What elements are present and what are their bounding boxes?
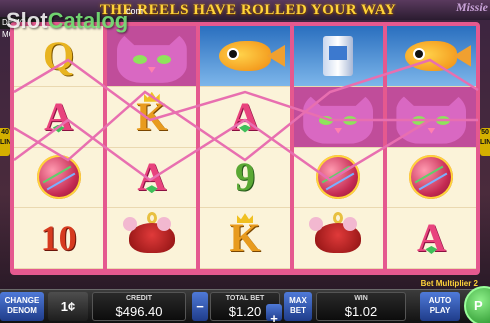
cat-icon: [303, 89, 374, 144]
reel-3: A 9 K: [200, 26, 290, 269]
win-value: $1.02: [344, 304, 378, 319]
symbol-mouse: [107, 208, 197, 269]
yarn-ball-icon: [36, 155, 81, 200]
watermark-slot: Slot: [6, 8, 48, 33]
watermark-logo: SlotCatalog: [6, 8, 128, 34]
win-label: WIN: [354, 295, 368, 302]
symbol-food-can: [293, 26, 383, 87]
goldfish-icon: [218, 40, 271, 71]
watermark-com: com: [126, 6, 144, 16]
reel-4: [293, 26, 383, 269]
symbol-ace: A: [107, 147, 197, 209]
yarn-ball-icon: [316, 155, 361, 200]
symbol-king: K: [107, 86, 197, 148]
lines-tab-left: 40 LINES: [0, 128, 21, 156]
cat-icon: [116, 28, 187, 83]
food-can-icon: [323, 35, 354, 76]
auto-play-button[interactable]: AUTO PLAY: [420, 292, 460, 321]
change-denom-button[interactable]: CHANGE DENOM: [0, 292, 44, 321]
credit-label: CREDIT: [125, 295, 153, 302]
symbol-cat: [293, 86, 383, 148]
symbol-queen: Q: [14, 26, 104, 87]
symbol-mouse: [293, 208, 383, 269]
max-bet-button[interactable]: MAX BET: [284, 292, 312, 321]
reels-grid: Q A 10 K A A 9 K A: [14, 26, 476, 269]
watermark-catalog: Catalog: [47, 8, 129, 33]
reel-1: Q A 10: [14, 26, 104, 269]
lines-tab-right: 50 LINES: [480, 128, 490, 156]
game-logo: Missie: [455, 0, 488, 14]
symbol-yarn: [14, 147, 104, 209]
symbol-yarn: [386, 147, 476, 209]
reel-2: K A: [107, 26, 197, 269]
toy-mouse-icon: [309, 217, 362, 254]
toy-mouse-icon: [122, 217, 175, 254]
reel-5: A: [386, 26, 476, 269]
bet-multiplier: Bet Multiplier 2: [420, 279, 478, 288]
goldfish-icon: [405, 40, 458, 71]
symbol-goldfish: [386, 26, 476, 87]
increase-bet-button[interactable]: +: [266, 304, 282, 323]
denom-value[interactable]: 1¢: [48, 292, 88, 321]
symbol-goldfish: [200, 26, 290, 87]
symbol-yarn: [293, 147, 383, 209]
symbol-cat: [386, 86, 476, 148]
symbol-nine: 9: [200, 147, 290, 209]
total-bet-label: TOTAL BET: [225, 295, 265, 302]
symbol-ace: A: [386, 208, 476, 269]
symbol-cat: [107, 26, 197, 87]
win-meter: WIN $1.02: [316, 292, 406, 321]
symbol-king: K: [200, 208, 290, 269]
decrease-bet-button[interactable]: −: [192, 292, 208, 321]
cat-icon: [396, 89, 467, 144]
yarn-ball-icon: [409, 155, 454, 200]
credit-meter: CREDIT $496.40: [92, 292, 186, 321]
symbol-ace: A: [200, 86, 290, 148]
credit-value: $496.40: [115, 304, 163, 319]
slot-game-screen: THE REELS HAVE ROLLED YOUR WAY Missie DE…: [0, 0, 490, 323]
symbol-ace: A: [14, 86, 104, 148]
symbol-ten: 10: [14, 208, 104, 269]
